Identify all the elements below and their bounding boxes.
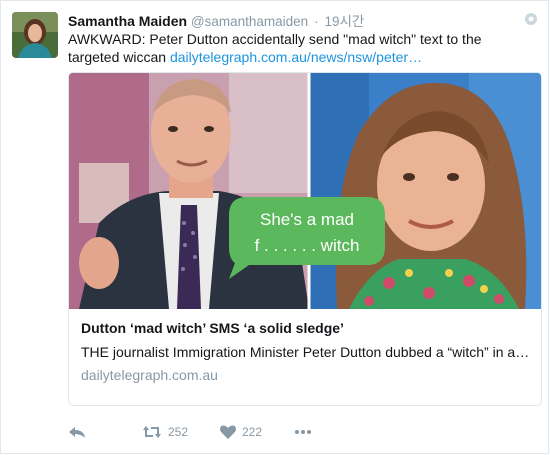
tweet-text: AWKWARD: Peter Dutton accidentally send … xyxy=(68,30,536,66)
bubble-text-line2: f . . . . . . witch xyxy=(255,236,360,255)
reply-icon xyxy=(68,424,86,440)
retweet-count: 252 xyxy=(168,425,189,439)
card-description: THE journalist Immigration Minister Pete… xyxy=(81,344,531,360)
tweet-link[interactable]: dailytelegraph.com.au/news/nsw/peter… xyxy=(170,49,422,65)
bubble-text-line1: She's a mad xyxy=(260,210,354,229)
retweet-icon xyxy=(142,424,162,440)
like-button[interactable]: 222 xyxy=(220,422,262,442)
tweet-actions: 252 222 xyxy=(68,422,368,442)
retweet-button[interactable]: 252 xyxy=(142,422,188,442)
card-image[interactable]: She's a mad f . . . . . . witch xyxy=(69,73,541,309)
card-title[interactable]: Dutton ‘mad witch’ SMS ‘a solid sledge’ xyxy=(81,319,531,337)
like-count: 222 xyxy=(242,425,263,439)
more-icon xyxy=(294,429,312,435)
display-name[interactable]: Samantha Maiden xyxy=(68,13,187,29)
card-body: Dutton ‘mad witch’ SMS ‘a solid sledge’ … xyxy=(81,319,531,383)
avatar[interactable] xyxy=(12,12,58,58)
user-handle[interactable]: @samanthamaiden xyxy=(191,14,308,29)
card-domain: dailytelegraph.com.au xyxy=(81,367,218,383)
link-card[interactable]: She's a mad f . . . . . . witch Dutton ‘… xyxy=(68,72,542,406)
pin-icon[interactable] xyxy=(524,12,538,26)
separator-dot: · xyxy=(314,14,319,29)
more-button[interactable] xyxy=(294,422,312,442)
tweet-header: Samantha Maiden @samanthamaiden · 19시간 xyxy=(68,10,364,30)
like-icon xyxy=(220,425,236,440)
reply-button[interactable] xyxy=(68,422,86,442)
timestamp[interactable]: 19시간 xyxy=(324,14,364,29)
